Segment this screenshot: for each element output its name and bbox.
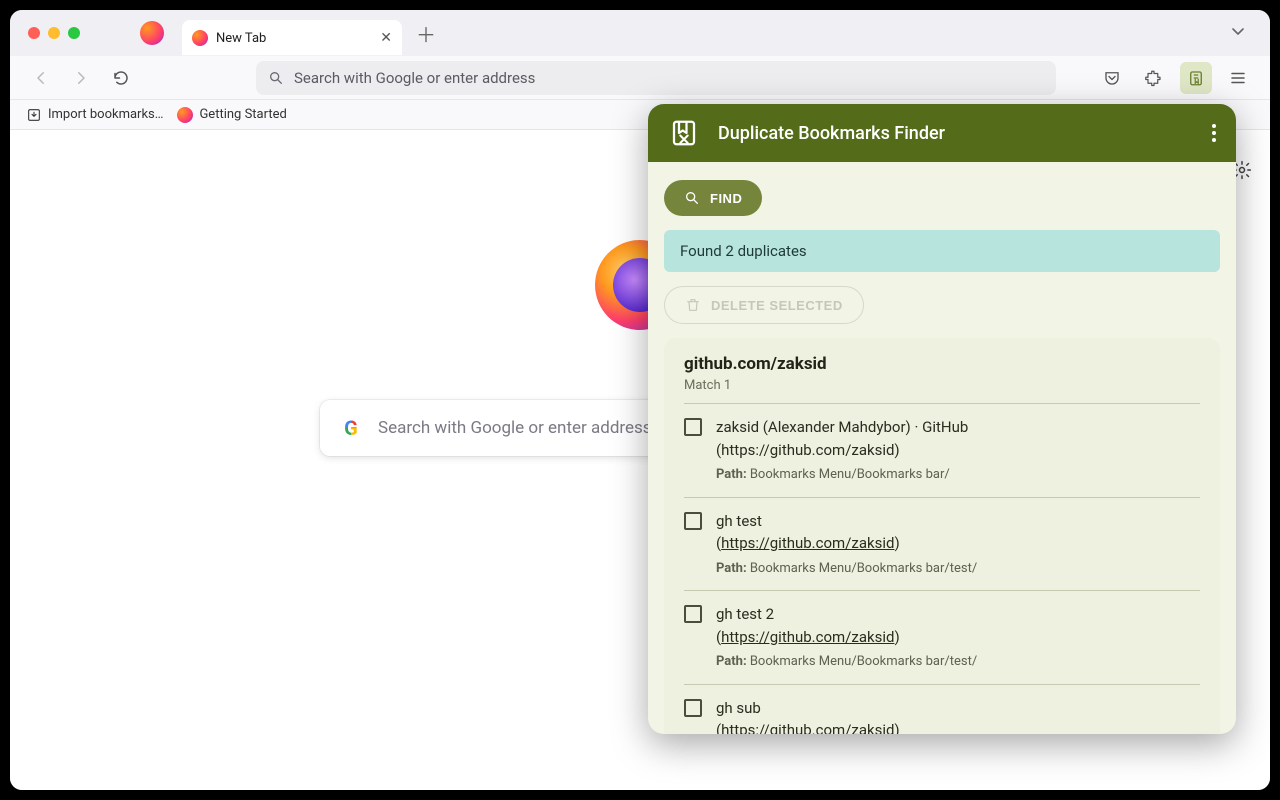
firefox-icon (140, 21, 164, 45)
duplicate-item: zaksid (Alexander Mahdybor) · GitHub(htt… (684, 403, 1200, 497)
results-banner: Found 2 duplicates (664, 230, 1220, 272)
duplicate-info: gh test 2(https://github.com/zaksid) Path… (716, 603, 1200, 672)
extension-popup-header: Duplicate Bookmarks Finder (648, 104, 1236, 162)
duplicate-path: Path: Bookmarks Menu/Bookmarks bar/ (716, 465, 1200, 485)
extension-menu-button[interactable] (1212, 124, 1216, 142)
duplicate-url: (https://github.com/zaksid) (716, 532, 1200, 555)
trash-icon (685, 297, 701, 313)
minimize-window-button[interactable] (48, 27, 60, 39)
duplicate-item: gh sub(https://github.com/zaksid)Path: B… (684, 684, 1200, 735)
duplicate-checkbox[interactable] (684, 699, 702, 717)
duplicate-url-link[interactable]: https://github.com/zaksid (721, 534, 894, 552)
delete-selected-button[interactable]: DELETE SELECTED (664, 286, 864, 324)
app-menu-button[interactable] (1222, 62, 1254, 94)
close-tab-icon[interactable]: ✕ (380, 30, 392, 46)
back-button[interactable] (26, 63, 56, 93)
duplicate-title: zaksid (Alexander Mahdybor) · GitHub (716, 416, 1200, 439)
duplicate-title: gh test (716, 510, 1200, 533)
duplicate-group: github.com/zaksid Match 1 zaksid (Alexan… (664, 338, 1220, 734)
duplicate-path: Path: Bookmarks Menu/Bookmarks bar/test/ (716, 559, 1200, 579)
new-tab-button[interactable]: ＋ (416, 19, 436, 48)
window-controls (18, 27, 90, 39)
import-icon (26, 107, 42, 123)
duplicate-item: gh test(https://github.com/zaksid) Path: … (684, 497, 1200, 591)
address-bar[interactable]: Search with Google or enter address (256, 61, 1056, 95)
find-button[interactable]: FIND (664, 180, 762, 216)
duplicate-url: (https://github.com/zaksid) (716, 439, 1200, 462)
group-heading: github.com/zaksid (684, 354, 1200, 374)
navigation-toolbar: Search with Google or enter address (10, 56, 1270, 100)
tab-strip: New Tab ✕ ＋ (10, 10, 1270, 56)
browser-tab[interactable]: New Tab ✕ (182, 20, 402, 56)
reload-button[interactable] (106, 63, 136, 93)
forward-button[interactable] (66, 63, 96, 93)
duplicate-checkbox[interactable] (684, 512, 702, 530)
tab-title: New Tab (216, 31, 372, 46)
extension-title: Duplicate Bookmarks Finder (718, 123, 1194, 144)
group-subheading: Match 1 (684, 378, 1200, 393)
firefox-icon (192, 30, 208, 46)
duplicate-url: (https://github.com/zaksid) (716, 719, 1200, 734)
duplicate-url: (https://github.com/zaksid) (716, 626, 1200, 649)
browser-window: New Tab ✕ ＋ Search with Google or enter … (10, 10, 1270, 790)
search-icon (684, 190, 700, 206)
search-icon (268, 70, 284, 86)
duplicate-checkbox[interactable] (684, 605, 702, 623)
newtab-search-placeholder: Search with Google or enter address (378, 418, 652, 438)
find-button-label: FIND (710, 191, 742, 206)
duplicate-bookmarks-finder-button[interactable] (1180, 62, 1212, 94)
extension-popup-body: FIND Found 2 duplicates DELETE SELECTED … (648, 162, 1236, 734)
address-bar-placeholder: Search with Google or enter address (294, 69, 535, 87)
import-bookmarks-button[interactable]: Import bookmarks… (26, 107, 163, 123)
delete-selected-label: DELETE SELECTED (711, 298, 843, 313)
list-all-tabs-button[interactable] (1230, 27, 1246, 43)
duplicate-title: gh test 2 (716, 603, 1200, 626)
duplicate-info: gh test(https://github.com/zaksid) Path: … (716, 510, 1200, 579)
extensions-button[interactable] (1138, 62, 1170, 94)
pocket-button[interactable] (1096, 62, 1128, 94)
duplicate-item: gh test 2(https://github.com/zaksid) Path… (684, 590, 1200, 684)
google-icon (338, 415, 364, 441)
import-bookmarks-label: Import bookmarks… (48, 107, 163, 122)
duplicate-url-link[interactable]: https://github.com/zaksid (721, 628, 894, 646)
duplicate-info: zaksid (Alexander Mahdybor) · GitHub(htt… (716, 416, 1200, 485)
duplicate-path: Path: Bookmarks Menu/Bookmarks bar/test/ (716, 652, 1200, 672)
bookmark-getting-started[interactable]: Getting Started (177, 107, 286, 123)
duplicate-title: gh sub (716, 697, 1200, 720)
zoom-window-button[interactable] (68, 27, 80, 39)
close-window-button[interactable] (28, 27, 40, 39)
duplicate-checkbox[interactable] (684, 418, 702, 436)
bookmark-label: Getting Started (199, 107, 286, 122)
firefox-icon (177, 107, 193, 123)
duplicate-info: gh sub(https://github.com/zaksid)Path: B… (716, 697, 1200, 735)
extension-popup: Duplicate Bookmarks Finder FIND Found 2 … (648, 104, 1236, 734)
extension-logo (668, 117, 700, 149)
